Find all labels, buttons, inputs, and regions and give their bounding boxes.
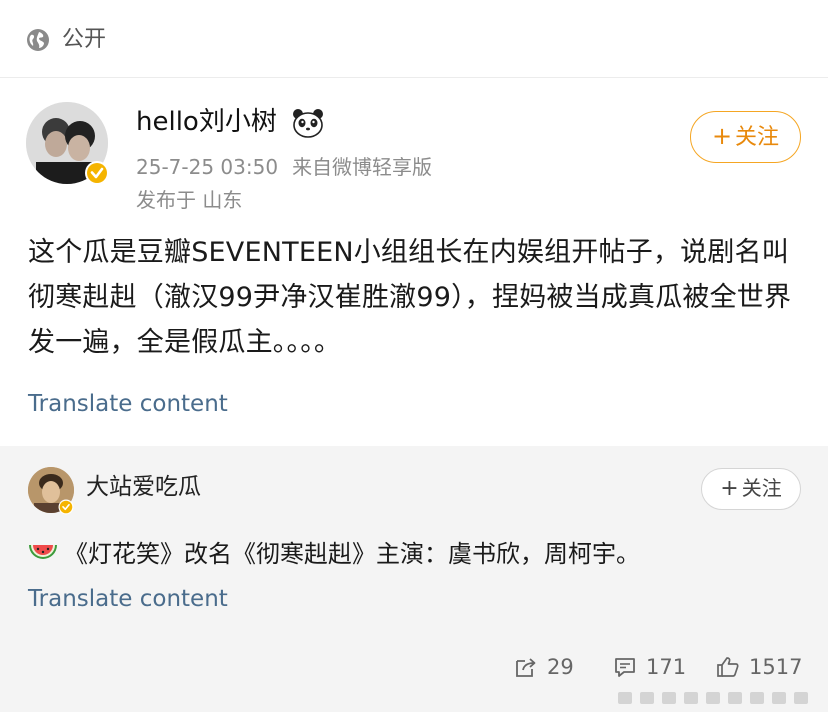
- repost-follow-label: 关注: [741, 476, 782, 500]
- globe-icon: [27, 29, 49, 51]
- post-source: 来自微博轻享版: [292, 155, 433, 179]
- repost-content: 《灯花笑》改名《彻寒赳赳》主演：虞书欣，周柯宇。: [28, 537, 640, 571]
- comment-count: 171: [646, 655, 687, 679]
- weibo-post-page: 公开 hello刘小树 25-7-25 03:50 来自微博轻享版 发布于 山东 …: [0, 0, 828, 712]
- share-count: 29: [547, 655, 574, 679]
- repost-card[interactable]: 大站爱吃瓜 + 关注 《灯花笑》改名《彻寒赳赳》主演：虞书欣，周柯宇。 Trans…: [0, 446, 828, 712]
- verified-badge-icon: [85, 161, 109, 185]
- post-time: 25-7-25 03:50: [136, 155, 279, 179]
- comment-count-button[interactable]: 171: [613, 653, 693, 681]
- visibility-bar: 公开: [0, 0, 828, 78]
- repost-translate-content-link[interactable]: Translate content: [28, 584, 228, 614]
- repost-follow-button[interactable]: + 关注: [701, 468, 801, 510]
- post-location: 发布于 山东: [136, 188, 243, 212]
- like-count: 1517: [749, 655, 803, 679]
- share-count-button[interactable]: 29: [514, 653, 584, 681]
- share-icon: [516, 658, 536, 677]
- panda-emoji-icon: [293, 109, 323, 138]
- like-count-button[interactable]: 1517: [716, 653, 816, 681]
- plus-icon: +: [720, 476, 739, 501]
- plus-icon: +: [711, 122, 733, 150]
- follow-label: 关注: [735, 125, 780, 150]
- repost-username[interactable]: 大站爱吃瓜: [86, 472, 201, 502]
- watermark-decoration: [618, 692, 808, 704]
- watermelon-emoji-icon: [29, 545, 57, 559]
- post-meta: 25-7-25 03:50 来自微博轻享版: [136, 154, 432, 180]
- visibility-label: 公开: [62, 27, 107, 52]
- author-username[interactable]: hello刘小树: [136, 105, 277, 139]
- repost-verified-badge-icon: [58, 499, 74, 515]
- comment-icon: [615, 658, 635, 677]
- thumbs-up-icon: [717, 657, 739, 677]
- translate-content-link[interactable]: Translate content: [28, 389, 228, 419]
- repost-content-text: 《灯花笑》改名《彻寒赳赳》主演：虞书欣，周柯宇。: [64, 540, 640, 568]
- follow-button[interactable]: + 关注: [690, 111, 801, 163]
- post-content: 这个瓜是豆瓣SEVENTEEN小组组长在内娱组开帖子，说剧名叫彻寒赳赳（澈汉99…: [28, 237, 792, 358]
